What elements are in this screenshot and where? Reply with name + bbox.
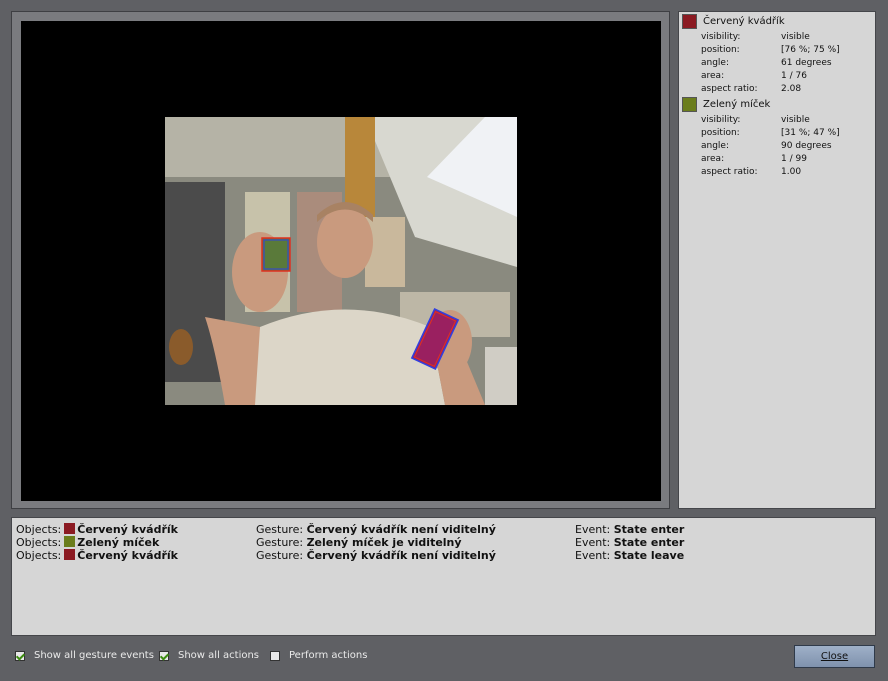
object-name: Zelený míček [703, 98, 771, 110]
prop-key: visibility: [701, 32, 741, 42]
checkbox-label: Perform actions [289, 650, 368, 661]
object-color-swatch [64, 523, 76, 534]
prop-key: position: [701, 128, 740, 138]
prop-key: aspect ratio: [701, 84, 758, 94]
object-color-swatch [64, 549, 76, 560]
checkbox-unchecked-icon[interactable] [270, 650, 280, 661]
objects-label: Objects: [16, 523, 62, 536]
prop-value: 2.08 [781, 84, 802, 94]
object-header-red: Červený kvádřík [682, 13, 785, 29]
log-event: State leave [613, 549, 685, 562]
prop-value: 61 degrees [781, 58, 832, 68]
log-gesture: Zelený míček je viditelný [306, 536, 462, 549]
checkbox-checked-icon[interactable] [15, 650, 25, 661]
object-header-green: Zelený míček [682, 96, 770, 112]
prop-value: 1.00 [781, 167, 802, 177]
log-gesture: Červený kvádřík není viditelný [306, 523, 496, 536]
checkbox-label: Show all actions [178, 650, 260, 661]
log-row: Objects: Červený kvádřík Gesture: Červený… [12, 523, 875, 536]
prop-value: visible [781, 32, 810, 42]
perform-actions-checkbox[interactable]: Perform actions [270, 650, 367, 661]
prop-row: angle: 61 degrees [701, 57, 832, 69]
log-event: State enter [613, 523, 685, 536]
log-row: Objects: Zelený míček Gesture: Zelený míč… [12, 536, 875, 549]
prop-row: aspect ratio: 2.08 [701, 83, 801, 95]
log-object: Červený kvádřík [77, 549, 178, 562]
prop-value: [76 %; 75 %] [781, 45, 840, 55]
close-button[interactable]: Close [794, 645, 875, 668]
prop-key: area: [701, 154, 725, 164]
event-label: Event: [575, 536, 611, 549]
gesture-label: Gesture: [256, 536, 304, 549]
object-properties-panel: Červený kvádřík visibility: visible posit… [678, 11, 876, 509]
prop-value: 1 / 99 [781, 154, 807, 164]
event-label: Event: [575, 523, 611, 536]
log-object: Zelený míček [77, 536, 160, 549]
prop-value: 1 / 76 [781, 71, 807, 81]
log-gesture: Červený kvádřík není viditelný [306, 549, 496, 562]
log-row: Objects: Červený kvádřík Gesture: Červený… [12, 549, 875, 562]
log-event: State enter [613, 536, 685, 549]
prop-row: position: [76 %; 75 %] [701, 44, 840, 56]
checkbox-label: Show all gesture events [34, 650, 154, 661]
prop-row: position: [31 %; 47 %] [701, 127, 840, 139]
prop-key: aspect ratio: [701, 167, 758, 177]
prop-key: area: [701, 71, 725, 81]
object-color-swatch [682, 13, 697, 29]
gesture-log[interactable]: Objects: Červený kvádřík Gesture: Červený… [11, 517, 876, 636]
prop-row: angle: 90 degrees [701, 140, 832, 152]
object-name: Červený kvádřík [703, 15, 785, 27]
gesture-label: Gesture: [256, 549, 304, 562]
prop-row: aspect ratio: 1.00 [701, 166, 801, 178]
prop-row: area: 1 / 99 [701, 153, 807, 165]
prop-key: position: [701, 45, 740, 55]
prop-key: angle: [701, 58, 730, 68]
prop-value: 90 degrees [781, 141, 832, 151]
log-object: Červený kvádřík [77, 523, 178, 536]
objects-label: Objects: [16, 536, 62, 549]
object-color-swatch [64, 536, 76, 547]
prop-key: angle: [701, 141, 730, 151]
gesture-label: Gesture: [256, 523, 304, 536]
objects-label: Objects: [16, 549, 62, 562]
prop-key: visibility: [701, 115, 741, 125]
show-gesture-events-checkbox[interactable]: Show all gesture events [15, 650, 154, 661]
prop-value: [31 %; 47 %] [781, 128, 840, 138]
object-color-swatch [682, 96, 697, 112]
prop-row: area: 1 / 76 [701, 70, 807, 82]
prop-value: visible [781, 115, 810, 125]
checkbox-checked-icon[interactable] [159, 650, 169, 661]
event-label: Event: [575, 549, 611, 562]
show-actions-checkbox[interactable]: Show all actions [159, 650, 259, 661]
prop-row: visibility: visible [701, 31, 810, 43]
prop-row: visibility: visible [701, 114, 810, 126]
camera-image [165, 117, 517, 405]
